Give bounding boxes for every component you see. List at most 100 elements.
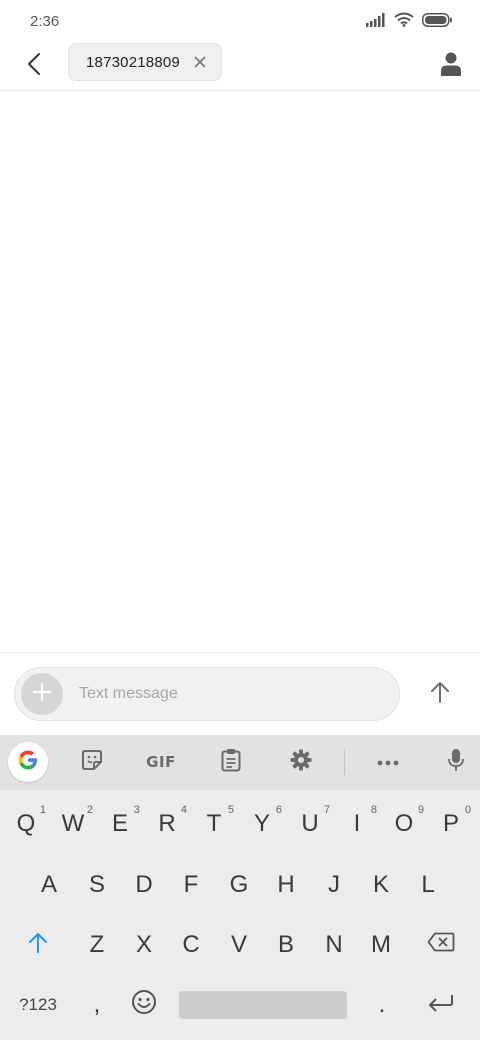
keyboard-toolbar: GIF bbox=[0, 735, 480, 790]
key-a[interactable]: A bbox=[29, 861, 69, 909]
sticker-button[interactable] bbox=[72, 742, 112, 782]
period-key[interactable]: . bbox=[362, 981, 402, 1029]
key-r[interactable]: R4 bbox=[147, 800, 187, 848]
google-g-icon bbox=[16, 748, 40, 777]
remove-recipient-icon[interactable] bbox=[191, 53, 209, 71]
attach-button[interactable] bbox=[21, 673, 63, 715]
key-label: M bbox=[371, 931, 391, 958]
key-i[interactable]: I8 bbox=[337, 800, 377, 848]
gif-button[interactable]: GIF bbox=[141, 742, 181, 782]
key-t[interactable]: T5 bbox=[194, 800, 234, 848]
key-w[interactable]: W2 bbox=[53, 800, 93, 848]
key-p[interactable]: P0 bbox=[431, 800, 471, 848]
key-label: R bbox=[158, 810, 176, 837]
key-label: D bbox=[135, 871, 153, 898]
key-label: E bbox=[111, 810, 128, 837]
key-label: V bbox=[230, 931, 247, 958]
contact-button[interactable] bbox=[434, 48, 468, 84]
composer-divider bbox=[0, 652, 480, 653]
key-label: G bbox=[229, 871, 249, 898]
key-label: W bbox=[61, 810, 85, 837]
signal-icon bbox=[366, 12, 386, 32]
key-label: Q bbox=[16, 810, 36, 837]
key-label: I bbox=[353, 810, 361, 837]
key-hint: 4 bbox=[180, 804, 187, 816]
shift-arrow-icon bbox=[28, 931, 48, 960]
key-hint: 9 bbox=[417, 804, 424, 816]
key-label: S bbox=[88, 871, 105, 898]
key-label: , bbox=[93, 991, 101, 1018]
key-label: B bbox=[277, 931, 294, 958]
key-label: ?123 bbox=[19, 995, 57, 1014]
status-time: 2:36 bbox=[30, 13, 60, 30]
person-icon bbox=[441, 52, 461, 81]
key-c[interactable]: C bbox=[171, 921, 211, 969]
key-label: A bbox=[40, 871, 57, 898]
key-label: C bbox=[182, 931, 200, 958]
key-b[interactable]: B bbox=[266, 921, 306, 969]
more-options-button[interactable] bbox=[368, 742, 408, 782]
message-input[interactable] bbox=[79, 678, 379, 710]
key-q[interactable]: Q1 bbox=[6, 800, 46, 848]
key-label: F bbox=[183, 871, 199, 898]
key-h[interactable]: H bbox=[266, 861, 306, 909]
key-hint: 0 bbox=[464, 804, 471, 816]
key-n[interactable]: N bbox=[314, 921, 354, 969]
back-button[interactable] bbox=[16, 48, 52, 84]
key-o[interactable]: O9 bbox=[384, 800, 424, 848]
key-m[interactable]: M bbox=[361, 921, 401, 969]
send-button[interactable] bbox=[420, 674, 460, 714]
comma-key[interactable]: , bbox=[77, 981, 117, 1029]
key-k[interactable]: K bbox=[361, 861, 401, 909]
key-x[interactable]: X bbox=[124, 921, 164, 969]
symbols-key[interactable]: ?123 bbox=[14, 981, 62, 1029]
keyboard: Q1 W2 E3 R4 T5 Y6 U7 I8 O9 P0 A S D F G … bbox=[0, 790, 480, 1040]
status-icons bbox=[366, 12, 452, 32]
voice-input-button[interactable] bbox=[436, 742, 476, 782]
key-label: H bbox=[277, 871, 295, 898]
key-s[interactable]: S bbox=[77, 861, 117, 909]
backspace-icon bbox=[427, 931, 455, 959]
more-dots-icon bbox=[377, 753, 399, 771]
key-z[interactable]: Z bbox=[77, 921, 117, 969]
key-hint: 2 bbox=[86, 804, 93, 816]
key-j[interactable]: J bbox=[314, 861, 354, 909]
key-label: Y bbox=[253, 810, 270, 837]
backspace-key[interactable] bbox=[421, 921, 461, 969]
back-arrow-icon bbox=[26, 52, 42, 81]
send-arrow-icon bbox=[430, 681, 450, 708]
clipboard-button[interactable] bbox=[211, 742, 251, 782]
key-u[interactable]: U7 bbox=[290, 800, 330, 848]
message-composer bbox=[14, 667, 400, 721]
sticker-icon bbox=[81, 749, 103, 776]
message-list[interactable] bbox=[0, 91, 480, 651]
key-label: U bbox=[301, 810, 319, 837]
gear-icon bbox=[290, 749, 312, 776]
key-y[interactable]: Y6 bbox=[242, 800, 282, 848]
conversation-header: 18730218809 bbox=[0, 40, 480, 91]
key-label: N bbox=[325, 931, 343, 958]
key-label: O bbox=[394, 810, 414, 837]
shift-key[interactable] bbox=[18, 921, 58, 969]
emoji-key[interactable] bbox=[124, 981, 164, 1029]
key-d[interactable]: D bbox=[124, 861, 164, 909]
key-v[interactable]: V bbox=[219, 921, 259, 969]
key-label: P bbox=[442, 810, 459, 837]
google-search-button[interactable] bbox=[8, 742, 48, 782]
key-g[interactable]: G bbox=[219, 861, 259, 909]
gif-label: GIF bbox=[146, 753, 176, 771]
key-l[interactable]: L bbox=[408, 861, 448, 909]
microphone-icon bbox=[448, 748, 464, 777]
key-e[interactable]: E3 bbox=[100, 800, 140, 848]
recipient-chip[interactable]: 18730218809 bbox=[68, 43, 222, 81]
key-label: Z bbox=[89, 931, 105, 958]
enter-key[interactable] bbox=[421, 981, 461, 1029]
battery-icon bbox=[422, 12, 452, 32]
enter-icon bbox=[428, 991, 454, 1019]
space-key[interactable] bbox=[179, 991, 347, 1019]
key-f[interactable]: F bbox=[171, 861, 211, 909]
recipient-chip-label: 18730218809 bbox=[86, 53, 180, 71]
key-hint: 3 bbox=[133, 804, 140, 816]
key-label: X bbox=[135, 931, 152, 958]
keyboard-settings-button[interactable] bbox=[281, 742, 321, 782]
